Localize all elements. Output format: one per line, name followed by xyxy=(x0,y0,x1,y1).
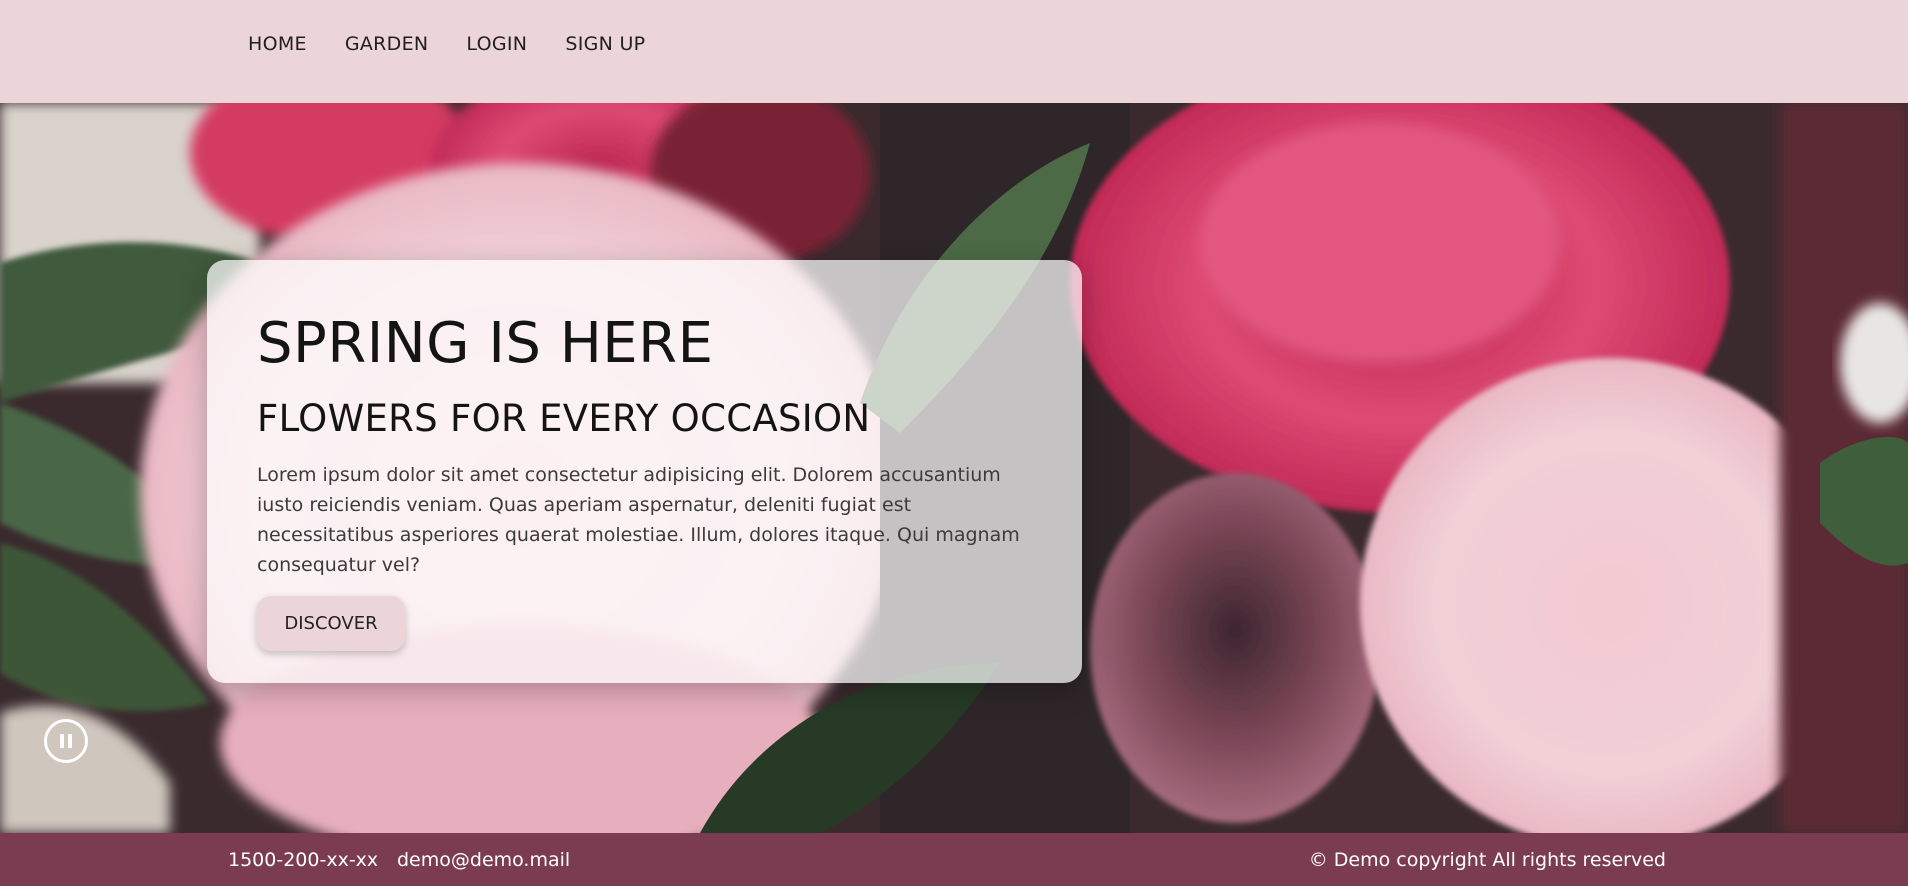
nav-link-garden[interactable]: GARDEN xyxy=(345,30,429,58)
main-nav: HOME GARDEN LOGIN SIGN UP xyxy=(248,30,645,58)
footer-copyright: © Demo copyright All rights reserved xyxy=(1308,849,1666,871)
discover-button[interactable]: DISCOVER xyxy=(257,596,405,651)
site-footer: 1500-200-xx-xx demo@demo.mail © Demo cop… xyxy=(0,833,1908,886)
hero-subtitle: FLOWERS FOR EVERY OCCASION xyxy=(257,397,871,440)
footer-email: demo@demo.mail xyxy=(397,849,571,871)
nav-link-home[interactable]: HOME xyxy=(248,30,307,58)
nav-link-sign-up[interactable]: SIGN UP xyxy=(565,30,645,58)
hero-section: SPRING IS HERE FLOWERS FOR EVERY OCCASIO… xyxy=(0,103,1908,833)
nav-link-login[interactable]: LOGIN xyxy=(466,30,527,58)
hero-description: Lorem ipsum dolor sit amet consectetur a… xyxy=(257,464,1020,576)
hero-title: SPRING IS HERE xyxy=(257,311,714,376)
pause-video-button[interactable] xyxy=(44,719,88,763)
site-header: HOME GARDEN LOGIN SIGN UP xyxy=(0,0,1908,103)
footer-phone: 1500-200-xx-xx xyxy=(228,849,379,871)
hero-card: SPRING IS HERE FLOWERS FOR EVERY OCCASIO… xyxy=(207,260,1082,683)
